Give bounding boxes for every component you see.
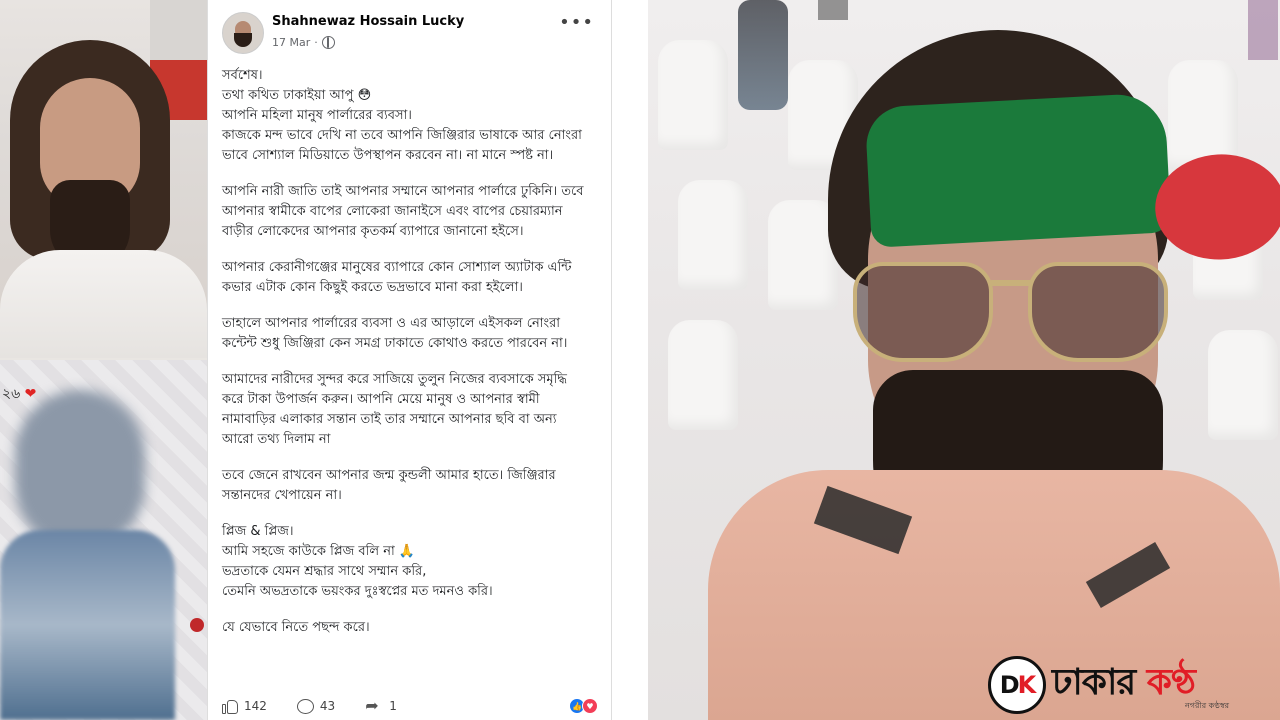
blurred-woman-photo: ২৬ ❤ — [0, 360, 207, 720]
post-line: ভদ্রতাকে যেমন শ্রদ্ধার সাথে সম্মান করি, — [222, 564, 427, 579]
left-photo-column: ২৬ ❤ — [0, 0, 207, 720]
post-line: প্লিজ & প্লিজ। — [222, 524, 294, 539]
post-line: কভার এটাক কোন কিছুই করতে ভদ্রভাবে মানা ক… — [222, 280, 523, 295]
sunglasses — [853, 262, 1173, 372]
post-line: তথা কথিত ঢাকাইয়া আপু 😳 — [222, 88, 372, 103]
post-line: কাজকে মন্দ ভাবে দেখি না তবে আপনি জিঞ্জির… — [222, 128, 582, 143]
man-with-flag-headband-photo — [648, 0, 1280, 720]
author-name[interactable]: Shahnewaz Hossain Lucky — [272, 14, 464, 29]
post-paragraph: তাহালে আপনার পার্লারের ব্যবসা ও এর আড়াল… — [222, 314, 598, 354]
man-portrait-photo — [0, 0, 207, 358]
post-line: আপনি নারী জাতি তাই আপনার সম্মানে আপনার প… — [222, 184, 584, 199]
comment-icon — [296, 698, 314, 714]
logo-text: ঢাকার কণ্ঠ — [1052, 662, 1196, 703]
logo-tagline: নগরীর কণ্ঠস্বর — [1185, 701, 1230, 710]
post-paragraph: যে যেভাবে নিতে পছন্দ করে। — [222, 618, 598, 638]
like-count: 142 — [244, 699, 267, 713]
post-line: নামাবাড়ির এলাকার সন্তান তাই তার সম্মানে… — [222, 412, 557, 427]
facebook-post: Shahnewaz Hossain Lucky 17 Mar · ••• সর্… — [207, 0, 612, 720]
dhakar-kontho-logo: DK ঢাকার কণ্ঠ — [988, 656, 1196, 714]
post-line: ভাবে সোশ্যাল মিডিয়াতে উপস্থাপন করবেন না… — [222, 148, 554, 163]
post-line: সর্বশেষ। — [222, 68, 263, 83]
post-line: যে যেভাবে নিতে পছন্দ করে। — [222, 620, 370, 635]
post-header: Shahnewaz Hossain Lucky 17 Mar · ••• — [222, 10, 602, 60]
post-paragraph: আপনার কেরানীগঞ্জের মানুষের ব্যাপারে কোন … — [222, 258, 598, 298]
share-count: 1 — [389, 699, 397, 713]
post-meta: 17 Mar · — [272, 36, 335, 49]
post-paragraph: সর্বশেষ। তথা কথিত ঢাকাইয়া আপু 😳 আপনি মহিল… — [222, 66, 598, 166]
reaction-icons[interactable]: 👍 ♥ — [569, 698, 598, 714]
post-line: বাড়ীর লোকেদের আপনার কৃতকর্ম ব্যাপারে জা… — [222, 224, 524, 239]
post-paragraph: তবে জেনে রাখবেন আপনার জন্ম কুন্ডলী আমার … — [222, 466, 598, 506]
thumbs-up-icon — [222, 698, 238, 714]
post-line: আপনার কেরানীগঞ্জের মানুষের ব্যাপারে কোন … — [222, 260, 572, 275]
post-paragraph: প্লিজ & প্লিজ। আমি সহজে কাউকে প্লিজ বলি ন… — [222, 522, 598, 602]
post-line: সন্তানদের খেপায়েন না। — [222, 488, 342, 503]
like-button[interactable]: 142 — [222, 698, 267, 714]
flag-headband — [864, 92, 1280, 263]
post-line: আপনি মহিলা মানুষ পার্লারের ব্যবসা। — [222, 108, 412, 123]
post-paragraph: আমাদের নারীদের সুন্দর করে সাজিয়ে তুলুন … — [222, 370, 598, 450]
post-line: আরো তথ্য দিলাম না — [222, 432, 331, 447]
globe-icon — [321, 36, 335, 49]
post-line: আমাদের নারীদের সুন্দর করে সাজিয়ে তুলুন … — [222, 372, 567, 387]
post-actions: 142 43 1 👍 ♥ — [222, 694, 598, 718]
more-options-icon[interactable]: ••• — [559, 12, 594, 33]
post-text: সর্বশেষ। তথা কথিত ঢাকাইয়া আপু 😳 আপনি মহিল… — [222, 66, 598, 654]
post-date[interactable]: 17 Mar — [272, 36, 310, 49]
post-line: আমি সহজে কাউকে প্লিজ বলি না 🙏 — [222, 544, 416, 559]
comment-button[interactable]: 43 — [296, 698, 336, 714]
share-button[interactable]: 1 — [365, 696, 397, 715]
heart-icon: ❤ — [24, 386, 37, 402]
avatar[interactable] — [222, 12, 264, 54]
photo-caption: ২৬ ❤ — [2, 386, 37, 402]
post-line: তাহালে আপনার পার্লারের ব্যবসা ও এর আড়াল… — [222, 316, 561, 331]
post-line: তবে জেনে রাখবেন আপনার জন্ম কুন্ডলী আমার … — [222, 468, 556, 483]
post-line: আপনার স্বামীকে বাপের লোকেরা জানাইসে এবং … — [222, 204, 563, 219]
post-line: করে টাকা উপার্জন করুন। আপনি মেয়ে মানুষ … — [222, 392, 540, 407]
comment-count: 43 — [319, 699, 336, 713]
post-paragraph: আপনি নারী জাতি তাই আপনার সম্মানে আপনার প… — [222, 182, 598, 242]
logo-mark: DK — [988, 656, 1046, 714]
share-icon — [365, 696, 383, 715]
love-reaction-icon: ♥ — [582, 698, 598, 714]
post-line: কন্টেন্ট শুধু জিঞ্জিরা কেন সমগ্র ঢাকাতে … — [222, 336, 568, 351]
post-line: তেমনি অভদ্রতাকে ভয়ংকর দুঃস্বপ্নের মত দম… — [222, 584, 493, 599]
